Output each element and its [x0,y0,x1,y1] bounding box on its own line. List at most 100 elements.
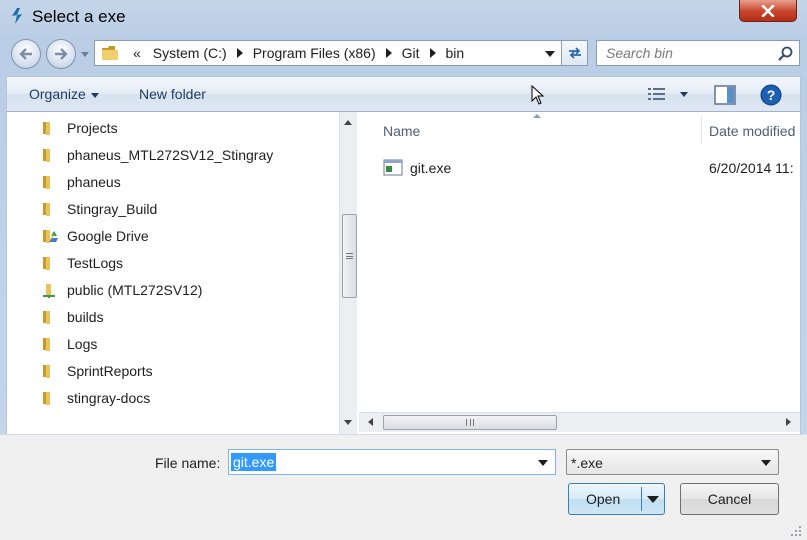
breadcrumb-system[interactable]: System (C:) [153,45,227,61]
views-dropdown-icon[interactable] [680,92,688,97]
nav-item-projects[interactable]: Projects [41,114,118,141]
nav-item-builds[interactable]: builds [41,303,104,330]
nav-item-label: Projects [67,119,118,136]
file-name-label: File name: [155,455,221,471]
file-date-modified: 6/20/2014 11: [709,160,794,176]
folder-icon [43,121,50,135]
scrollbar-thumb[interactable] [342,214,357,298]
column-divider[interactable] [701,116,702,144]
nav-item-label: SprintReports [67,362,153,379]
scroll-up-icon[interactable] [344,120,352,125]
file-name-dropdown-icon[interactable] [538,460,548,466]
nav-item-label: phaneus [67,173,121,190]
search-box[interactable]: Search bin [596,40,800,66]
title-bar: Select a exe [0,0,807,34]
navigation-pane[interactable]: Projects phaneus_MTL272SV12_Stingray pha… [7,112,339,434]
sort-ascending-icon [533,114,541,118]
file-name-value[interactable]: git.exe [231,453,277,471]
nav-item-label: phaneus_MTL272SV12_Stingray [67,146,274,163]
details-view-icon[interactable] [647,86,667,102]
file-name-field[interactable]: git.exe [228,449,556,475]
file-type-value: *.exe [571,455,603,471]
breadcrumb-separator-icon[interactable] [236,48,243,58]
nav-item-label: Google Drive [67,227,149,244]
column-header-date-modified[interactable]: Date modified [709,123,795,139]
organize-label: Organize [29,86,86,102]
grip-icon [346,253,353,259]
nav-pane-vertical-scrollbar[interactable] [339,112,357,434]
shared-folder-icon [43,283,55,298]
dialog-window: Select a exe « System (C:) Program Files… [0,0,807,540]
file-name: git.exe [410,160,452,176]
file-list-horizontal-scrollbar[interactable] [359,412,800,432]
refresh-icon [568,47,581,59]
new-folder-button[interactable]: New folder [139,86,206,102]
chevron-down-icon[interactable] [761,460,771,466]
organize-button[interactable]: Organize [29,86,99,102]
folder-icon [43,256,50,270]
chevron-down-icon [90,92,99,98]
search-icon[interactable] [777,46,793,62]
forward-button[interactable] [46,39,76,69]
nav-item-stingray-docs[interactable]: stingray-docs [41,384,150,411]
nav-item-testlogs[interactable]: TestLogs [41,249,123,276]
nav-item-label: Stingray_Build [67,200,158,217]
folder-icon [43,148,50,162]
breadcrumb-separator-icon[interactable] [429,48,436,58]
refresh-button[interactable] [562,40,588,66]
scroll-right-icon[interactable] [786,418,791,426]
mouse-cursor-icon [531,85,545,105]
scroll-down-icon[interactable] [344,420,352,425]
open-button-label: Open [586,491,621,507]
nav-item-label: public (MTL272SV12) [67,281,203,298]
file-list-pane[interactable]: Name Date modified git.exe 6/20/2014 11: [359,112,800,434]
help-icon[interactable]: ? [760,84,782,106]
file-type-select[interactable]: *.exe [566,449,779,475]
address-overflow[interactable]: « [133,45,141,61]
column-header-name[interactable]: Name [383,123,420,139]
nav-item-phaneus-stingray[interactable]: phaneus_MTL272SV12_Stingray [41,141,273,168]
recent-locations-dropdown[interactable] [80,49,90,59]
nav-item-google-drive[interactable]: Google Drive [41,222,149,249]
nav-item-public-share[interactable]: public (MTL272SV12) [41,276,202,303]
preview-pane-icon[interactable] [714,85,736,105]
breadcrumb-separator-icon[interactable] [385,48,392,58]
close-icon [761,4,775,17]
open-button[interactable]: Open [568,483,665,515]
address-bar[interactable]: « System (C:) Program Files (x86) Git bi… [94,40,562,66]
split-divider [641,487,642,511]
search-input[interactable]: Search bin [606,45,673,61]
google-drive-folder-icon [43,229,58,243]
folder-icon [43,202,50,216]
nav-item-label: TestLogs [67,254,124,271]
cancel-button-label: Cancel [707,491,752,507]
nav-item-sprintreports[interactable]: SprintReports [41,357,153,384]
back-button[interactable] [11,39,41,69]
address-dropdown-icon[interactable] [545,51,555,57]
file-row-git-exe[interactable]: git.exe 6/20/2014 11: [383,158,800,180]
command-toolbar: Organize New folder ? [6,76,801,112]
scroll-left-icon[interactable] [368,418,373,426]
svg-text:?: ? [767,87,776,103]
file-name-area: File name: git.exe *.exe Open Cancel [0,434,807,540]
open-options-dropdown-icon[interactable] [647,496,659,503]
forward-arrow-icon [55,48,68,60]
nav-item-label: Logs [67,335,98,352]
resize-grip-icon[interactable] [790,525,802,537]
breadcrumb-git[interactable]: Git [402,45,420,61]
close-button[interactable] [739,0,797,22]
nav-item-stingray-build[interactable]: Stingray_Build [41,195,157,222]
folder-icon [43,391,50,405]
nav-item-logs[interactable]: Logs [41,330,97,357]
nav-item-phaneus[interactable]: phaneus [41,168,121,195]
folder-icon [43,337,50,351]
folder-icon [102,46,118,60]
breadcrumb-bin[interactable]: bin [446,45,465,61]
column-header-row: Name Date modified [359,112,800,148]
breadcrumb-program-files[interactable]: Program Files (x86) [253,45,376,61]
folder-icon [43,310,50,324]
git-app-icon [12,8,22,24]
content-area: Projects phaneus_MTL272SV12_Stingray pha… [6,112,801,434]
scrollbar-thumb[interactable] [383,415,557,430]
cancel-button[interactable]: Cancel [680,483,779,515]
